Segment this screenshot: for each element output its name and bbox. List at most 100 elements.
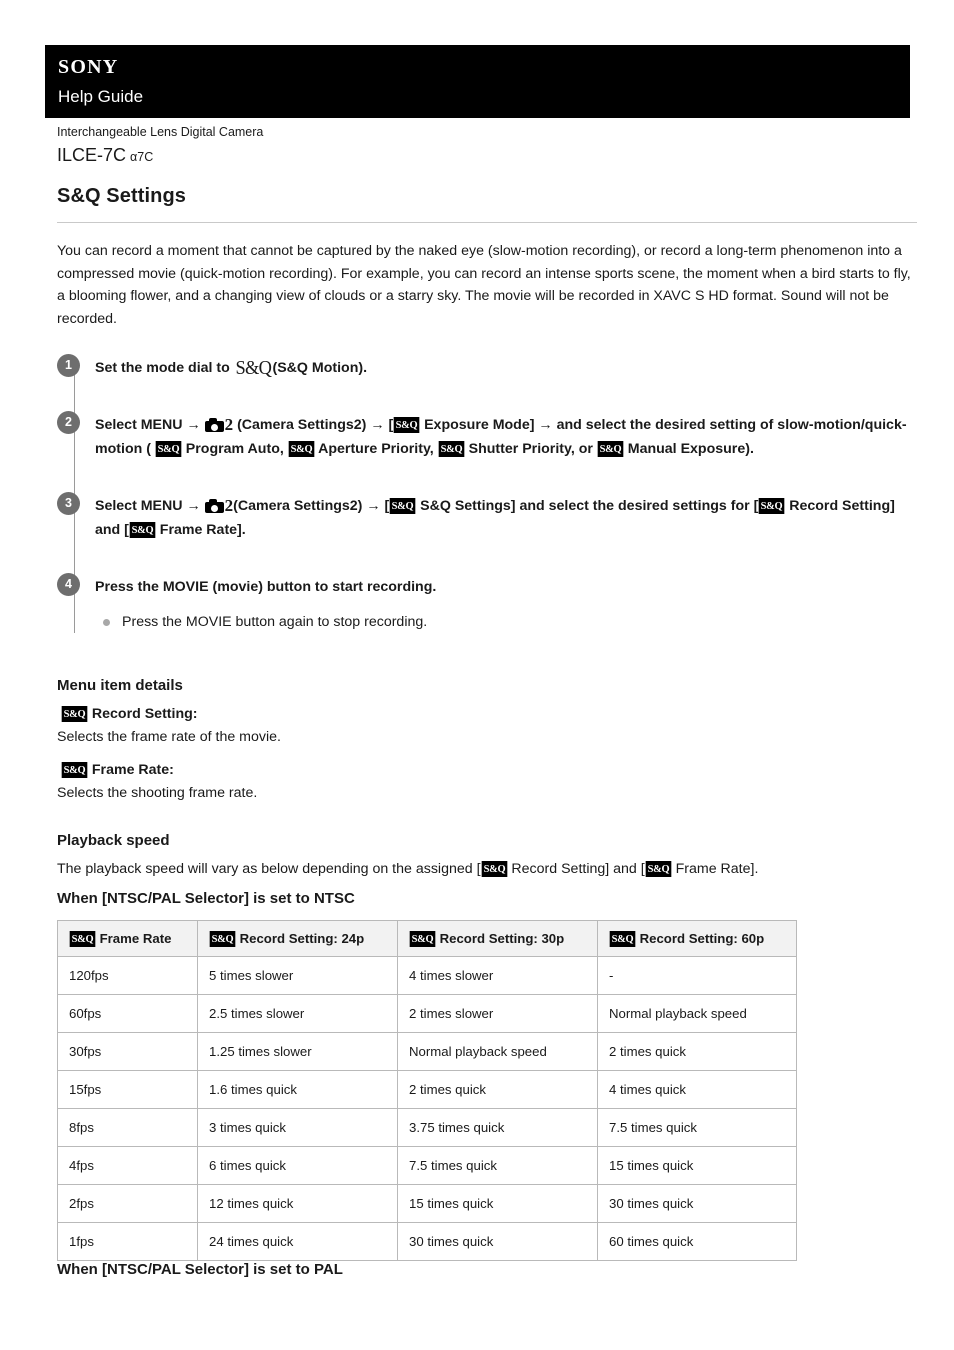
cell-frame-rate: 120fps bbox=[57, 956, 198, 995]
table-row: 2fps 12 times quick 15 times quick 30 ti… bbox=[57, 1184, 797, 1223]
cell-60p: 4 times quick bbox=[597, 1070, 797, 1109]
step-1-part-b: (S&Q Motion). bbox=[272, 360, 368, 376]
step-1: 1 Set the mode dial to S&Q (S&Q Motion). bbox=[57, 354, 917, 380]
step-1-text: Set the mode dial to S&Q (S&Q Motion). bbox=[95, 356, 917, 380]
cell-60p: Normal playback speed bbox=[597, 994, 797, 1033]
camera-settings-number: 2 bbox=[224, 415, 234, 434]
sq-badge-icon: S&Q bbox=[645, 861, 671, 877]
menu-item-details-section: Menu item details S&Q Record Setting: Se… bbox=[57, 677, 917, 804]
cell-30p: 2 times quick bbox=[397, 1070, 598, 1109]
sq-badge-icon: S&Q bbox=[155, 441, 182, 457]
step-number-3: 3 bbox=[57, 492, 80, 515]
cell-24p: 12 times quick bbox=[197, 1184, 398, 1223]
table-header-frame-rate: S&Q Frame Rate bbox=[57, 920, 198, 957]
step-2-part-i: Manual Exposure). bbox=[627, 441, 754, 457]
page-title: S&Q Settings bbox=[57, 185, 186, 207]
playback-speed-section: Playback speed The playback speed will v… bbox=[57, 832, 917, 1278]
step-3-part-f: Frame Rate]. bbox=[159, 522, 246, 538]
table-header-24p-text: Record Setting: 24p bbox=[239, 931, 365, 946]
cell-24p: 24 times quick bbox=[197, 1222, 398, 1261]
cell-60p: 2 times quick bbox=[597, 1032, 797, 1071]
table-row: 4fps 6 times quick 7.5 times quick 15 ti… bbox=[57, 1146, 797, 1185]
product-category: Interchangeable Lens Digital Camera bbox=[57, 125, 264, 139]
cell-24p: 3 times quick bbox=[197, 1108, 398, 1147]
intro-paragraph: You can record a moment that cannot be c… bbox=[57, 243, 911, 327]
menu-item-record-setting-desc: Selects the frame rate of the movie. bbox=[57, 729, 281, 745]
sq-badge-icon: S&Q bbox=[438, 441, 464, 457]
arrow-icon: → bbox=[186, 417, 201, 433]
product-model: ILCE-7C α7C bbox=[57, 143, 263, 169]
cell-30p: 4 times slower bbox=[397, 956, 598, 995]
sq-badge-icon: S&Q bbox=[609, 931, 636, 947]
cell-24p: 6 times quick bbox=[197, 1146, 398, 1185]
sq-badge-icon: S&Q bbox=[129, 522, 156, 538]
step-2-part-d: Exposure Mode] bbox=[424, 417, 535, 433]
step-1-part-a: Set the mode dial to bbox=[95, 360, 230, 376]
playback-speed-heading: Playback speed bbox=[57, 832, 170, 849]
step-2-part-b: (Camera Settings2) bbox=[237, 417, 367, 433]
step-2-text: Select MENU → 2 (Camera Settings2) → [S&… bbox=[95, 413, 917, 461]
menu-item-frame-rate-desc: Selects the shooting frame rate. bbox=[57, 785, 258, 801]
step-4: 4 Press the MOVIE (movie) button to star… bbox=[57, 573, 917, 633]
help-guide-title: Help Guide bbox=[58, 87, 144, 106]
cell-60p: 60 times quick bbox=[597, 1222, 797, 1261]
sq-badge-icon: S&Q bbox=[409, 931, 436, 947]
sq-mode-glyph-icon: S&Q bbox=[235, 357, 271, 379]
sq-badge-icon: S&Q bbox=[209, 931, 236, 947]
table-header-60p: S&Q Record Setting: 60p bbox=[597, 920, 797, 957]
step-3-part-a: Select MENU bbox=[95, 498, 183, 514]
cell-24p: 1.6 times quick bbox=[197, 1070, 398, 1109]
cell-24p: 1.25 times slower bbox=[197, 1032, 398, 1071]
step-2-part-a: Select MENU bbox=[95, 417, 183, 433]
step-2: 2 Select MENU → 2 (Camera Settings2) → [… bbox=[57, 411, 917, 461]
table-header-frame-rate-text: Frame Rate bbox=[99, 931, 172, 946]
sq-badge-icon: S&Q bbox=[69, 931, 96, 947]
page-content: S&Q Settings You can record a moment tha… bbox=[57, 185, 917, 1291]
menu-item-frame-rate-label: S&Q Frame Rate: bbox=[61, 759, 917, 781]
table-header-row: S&Q Frame Rate S&Q Record Setting: 24p S… bbox=[57, 920, 797, 957]
cell-60p: 15 times quick bbox=[597, 1146, 797, 1185]
menu-item-details-heading: Menu item details bbox=[57, 677, 183, 694]
menu-item-frame-rate-text: Frame Rate: bbox=[91, 762, 174, 778]
table-row: 60fps 2.5 times slower 2 times slower No… bbox=[57, 994, 797, 1033]
cell-frame-rate: 8fps bbox=[57, 1108, 198, 1147]
ntsc-playback-speed-table: S&Q Frame Rate S&Q Record Setting: 24p S… bbox=[57, 920, 797, 1261]
cell-30p: 30 times quick bbox=[397, 1222, 598, 1261]
step-2-part-c: [ bbox=[388, 417, 394, 433]
menu-item-record-setting-text: Record Setting: bbox=[91, 706, 198, 722]
sq-badge-icon: S&Q bbox=[61, 706, 88, 722]
sq-badge-icon: S&Q bbox=[597, 441, 624, 457]
table-body: 120fps 5 times slower 4 times slower - 6… bbox=[57, 956, 797, 1261]
arrow-icon: → bbox=[370, 417, 385, 433]
cell-30p: 3.75 times quick bbox=[397, 1108, 598, 1147]
camera-settings-icon bbox=[204, 418, 224, 432]
table-row: 30fps 1.25 times slower Normal playback … bbox=[57, 1032, 797, 1071]
step-3: 3 Select MENU → 2(Camera Settings2) → [S… bbox=[57, 492, 917, 542]
arrow-icon: → bbox=[366, 498, 381, 514]
product-model-alt: α7C bbox=[130, 150, 154, 164]
camera-settings-icon bbox=[204, 499, 224, 513]
step-number-2: 2 bbox=[57, 411, 80, 434]
sq-badge-icon: S&Q bbox=[61, 762, 88, 778]
table-row: 120fps 5 times slower 4 times slower - bbox=[57, 956, 797, 995]
sq-badge-icon: S&Q bbox=[393, 417, 420, 433]
table-row: 1fps 24 times quick 30 times quick 60 ti… bbox=[57, 1222, 797, 1261]
title-divider bbox=[57, 222, 917, 223]
site-header: SONY Help Guide bbox=[45, 45, 910, 118]
table-row: 15fps 1.6 times quick 2 times quick 4 ti… bbox=[57, 1070, 797, 1109]
step-4-substep: Press the MOVIE button again to stop rec… bbox=[95, 611, 917, 633]
cell-24p: 2.5 times slower bbox=[197, 994, 398, 1033]
step-3-part-c: [ bbox=[384, 498, 390, 514]
cell-30p: 15 times quick bbox=[397, 1184, 598, 1223]
product-identification: Interchangeable Lens Digital Camera ILCE… bbox=[57, 124, 263, 169]
step-3-text: Select MENU → 2(Camera Settings2) → [S&Q… bbox=[95, 494, 917, 542]
camera-settings-number: 2 bbox=[224, 496, 234, 515]
ntsc-table-heading: When [NTSC/PAL Selector] is set to NTSC bbox=[57, 890, 355, 907]
step-number-4: 4 bbox=[57, 573, 80, 596]
sq-badge-icon: S&Q bbox=[481, 861, 507, 877]
step-4-substep-text: Press the MOVIE button again to stop rec… bbox=[122, 614, 428, 630]
sq-badge-icon: S&Q bbox=[389, 498, 416, 514]
table-header-30p-text: Record Setting: 30p bbox=[439, 931, 565, 946]
step-2-part-g: Aperture Priority, bbox=[318, 441, 434, 457]
procedure-steps: 1 Set the mode dial to S&Q (S&Q Motion). … bbox=[57, 354, 917, 633]
